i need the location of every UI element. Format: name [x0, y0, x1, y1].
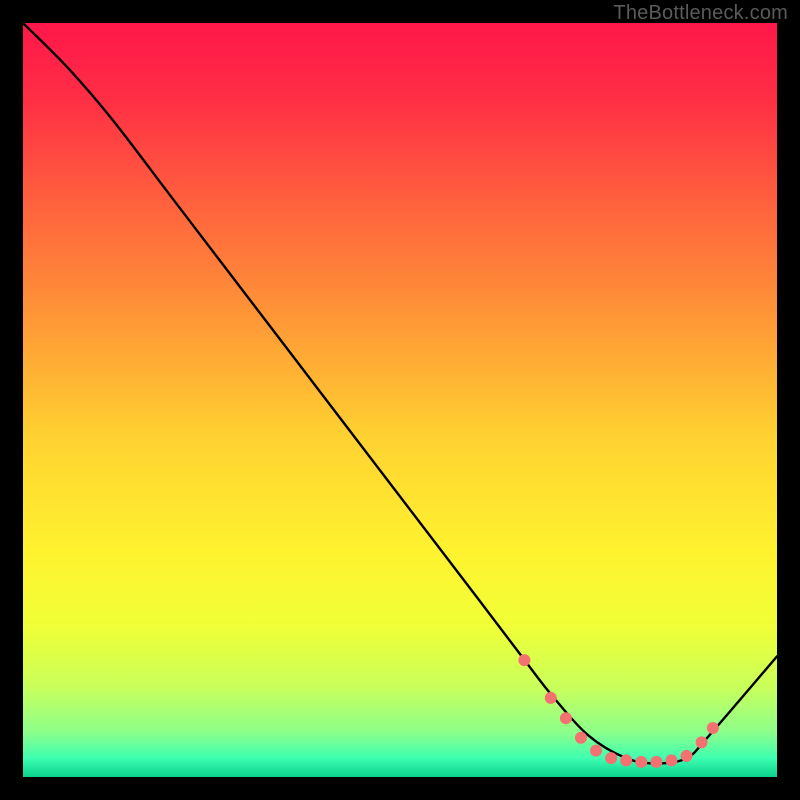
data-point [560, 712, 572, 724]
data-point [545, 692, 557, 704]
data-point [650, 756, 662, 768]
data-point [590, 745, 602, 757]
gradient-background [23, 23, 777, 777]
data-point [665, 754, 677, 766]
data-point [707, 722, 719, 734]
data-point [605, 752, 617, 764]
data-point [635, 756, 647, 768]
data-point [620, 754, 632, 766]
data-point [518, 654, 530, 666]
data-point [575, 732, 587, 744]
data-point [681, 750, 693, 762]
data-point [696, 736, 708, 748]
bottleneck-chart [23, 23, 777, 777]
chart-frame: TheBottleneck.com [0, 0, 800, 800]
watermark-text: TheBottleneck.com [613, 2, 788, 25]
